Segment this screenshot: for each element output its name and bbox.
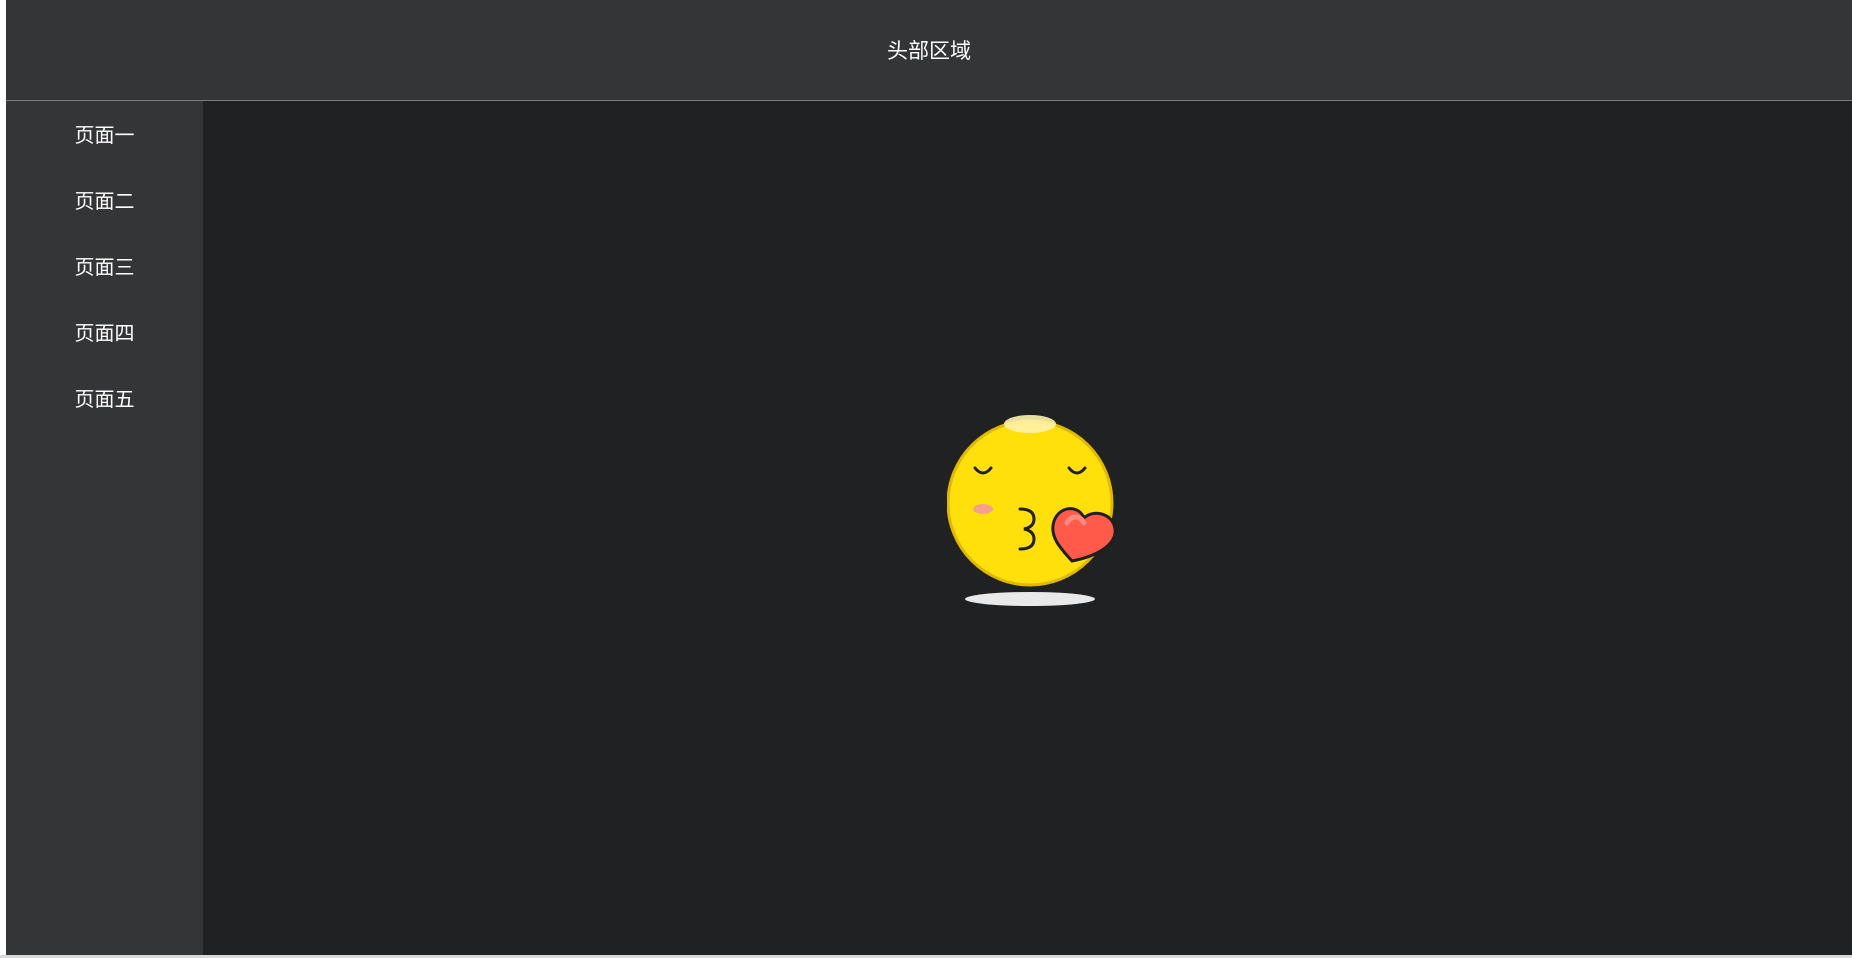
shadow-ellipse [965,592,1095,606]
face-circle [947,419,1114,587]
header-title: 头部区域 [887,39,971,63]
sidebar-item-page-5[interactable]: 页面五 [6,365,203,431]
kissing-face-with-heart-icon [947,415,1117,606]
sidebar-item-label: 页面二 [74,188,135,213]
blush [973,504,993,514]
sidebar-item-page-3[interactable]: 页面三 [6,233,203,299]
sidebar-item-page-4[interactable]: 页面四 [6,299,203,365]
sidebar: 页面一 页面二 页面三 页面四 页面五 [6,101,203,955]
main-content [203,101,1852,955]
sidebar-item-page-2[interactable]: 页面二 [6,167,203,233]
header: 头部区域 [6,0,1852,101]
face-highlight [1004,415,1056,433]
sidebar-item-page-1[interactable]: 页面一 [6,101,203,167]
sidebar-item-label: 页面一 [74,122,135,147]
sidebar-item-label: 页面四 [74,320,135,345]
sidebar-item-label: 页面三 [74,254,135,279]
app-window: 头部区域 页面一 页面二 页面三 页面四 页面五 [6,0,1852,955]
sidebar-item-label: 页面五 [74,386,135,411]
